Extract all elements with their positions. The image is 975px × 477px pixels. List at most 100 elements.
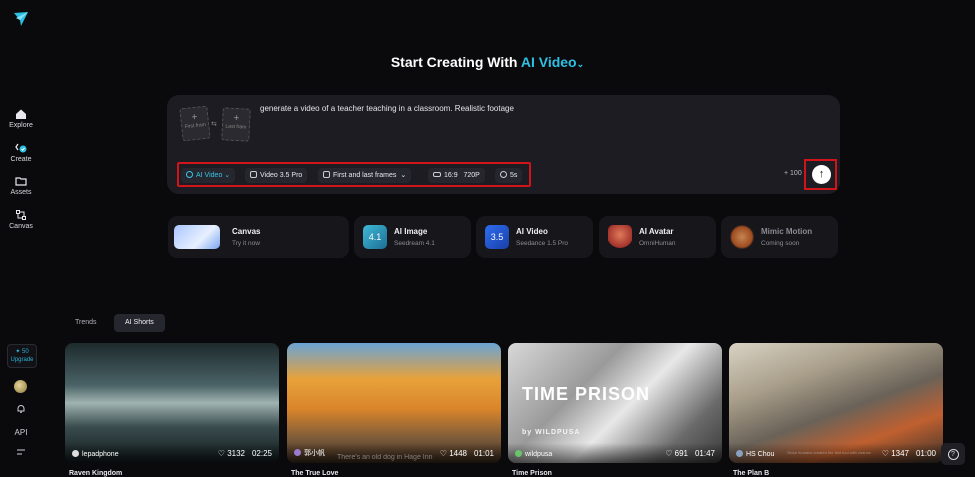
video-author[interactable]: lepadphone <box>72 450 119 458</box>
chevron-down-icon: ⌄ <box>576 59 585 69</box>
feature-card-ai-avatar[interactable]: AI Avatar OmniHuman <box>599 216 716 258</box>
frames-icon <box>323 171 330 178</box>
feature-subtitle: Coming soon <box>761 240 800 247</box>
feature-subtitle: Seedance 1.5 Pro <box>516 240 569 247</box>
logo-icon[interactable] <box>12 10 30 28</box>
sidebar-item-label: Assets <box>10 189 32 196</box>
video-overlay-byline: by WILDPUSA <box>522 429 581 436</box>
video-likes[interactable]: ♡ 1347 <box>882 449 909 458</box>
video-card[interactable]: There's an old dog in Hage Inn 郭小帆 ♡ 144… <box>287 343 501 463</box>
video-likes[interactable]: ♡ 3132 <box>218 449 245 458</box>
feature-subtitle: OmniHuman <box>639 240 676 247</box>
video-author[interactable]: HS Chou <box>736 450 774 458</box>
feature-title: AI Image <box>394 227 428 236</box>
heart-icon: ♡ <box>217 449 225 458</box>
video-title[interactable]: The True Love <box>291 470 338 477</box>
likes-count: 1347 <box>891 449 909 458</box>
api-link[interactable]: API <box>0 428 42 437</box>
feature-card-canvas[interactable]: Canvas Try it now <box>168 216 349 258</box>
sidebar-item-canvas[interactable]: Canvas <box>0 209 42 230</box>
sidebar-item-label: Explore <box>9 122 33 129</box>
ratio-label: 16:9 <box>444 172 458 179</box>
first-frame-label: First fram <box>184 121 207 131</box>
likes-count: 1448 <box>449 449 467 458</box>
mode-label: AI Video <box>196 172 223 179</box>
ratio-resolution-dropdown[interactable]: 16:9 720P <box>428 168 485 183</box>
duration-dropdown[interactable]: 5s <box>495 168 523 183</box>
video-title[interactable]: Raven Kingdom <box>69 470 122 477</box>
swap-icon[interactable]: ⇆ <box>211 120 217 128</box>
help-button[interactable]: ? <box>941 443 965 465</box>
chevron-down-icon: ⌄ <box>400 172 407 179</box>
tab-trends[interactable]: Trends <box>64 314 108 332</box>
create-icon <box>15 143 27 153</box>
feature-title: Mimic Motion <box>761 227 813 236</box>
send-button[interactable]: ↑ <box>812 165 831 184</box>
model-dropdown[interactable]: Video 3.5 Pro <box>245 168 308 183</box>
bell-icon <box>17 405 25 413</box>
resolution-label: 720P <box>463 172 480 179</box>
help-icon: ? <box>947 449 959 460</box>
last-frame-label: Last fram <box>225 123 247 131</box>
video-likes[interactable]: ♡ 1448 <box>440 449 467 458</box>
video-title[interactable]: Time Prison <box>512 470 552 477</box>
duration-label: 5s <box>510 172 518 179</box>
avatar <box>72 450 79 457</box>
menu-button[interactable] <box>0 448 42 458</box>
video-likes[interactable]: ♡ 691 <box>665 449 688 458</box>
video-card[interactable]: TIME PRISON by WILDPUSA wildpusa ♡ 691 0… <box>508 343 722 463</box>
notification-button[interactable] <box>0 404 42 416</box>
title-prefix: Start Creating With <box>390 54 518 70</box>
feature-subtitle: Seedream 4.1 <box>394 240 435 247</box>
author-name: 郭小帆 <box>304 450 325 457</box>
sidebar: Explore Create Assets Canvas ✦ 50 Upgrad… <box>0 0 42 477</box>
sidebar-item-create[interactable]: Create <box>0 142 42 163</box>
feature-card-ai-video[interactable]: 3.5 AI Video Seedance 1.5 Pro <box>476 216 593 258</box>
app-root: Explore Create Assets Canvas ✦ 50 Upgrad… <box>0 0 975 477</box>
feature-title: Canvas <box>232 227 261 236</box>
title-accent: AI Video <box>520 54 577 70</box>
first-frame-upload[interactable]: + First fram <box>179 105 211 142</box>
feature-title: AI Avatar <box>639 227 674 236</box>
author-name: wildpusa <box>525 451 553 458</box>
last-frame-upload[interactable]: + Last fram <box>221 107 251 142</box>
folder-icon <box>15 177 27 186</box>
frames-dropdown[interactable]: First and last frames ⌄ <box>318 168 412 183</box>
canvas-thumbnail <box>174 225 220 249</box>
feature-title: AI Video <box>516 227 548 236</box>
model-icon <box>250 171 257 178</box>
feature-card-ai-image[interactable]: 4.1 AI Image Seedream 4.1 <box>354 216 471 258</box>
video-title[interactable]: The Plan B <box>733 470 769 477</box>
sidebar-item-assets[interactable]: Assets <box>0 175 42 196</box>
video-duration: 02:25 <box>251 449 272 458</box>
chevron-down-icon: ⌄ <box>224 172 231 179</box>
sidebar-item-explore[interactable]: Explore <box>0 108 42 129</box>
video-card[interactable]: Since humans created the first tool with… <box>729 343 943 463</box>
page-title: Start Creating With AI Video⌄ <box>0 54 975 70</box>
author-name: HS Chou <box>746 451 775 458</box>
send-button-highlight: ↑ <box>804 159 837 190</box>
arrow-up-icon: ↑ <box>818 168 825 180</box>
heart-icon: ♡ <box>881 449 889 458</box>
upgrade-button[interactable]: ✦ 50 Upgrade <box>7 344 37 368</box>
menu-icon <box>17 449 25 455</box>
video-duration: 01:47 <box>694 449 715 458</box>
avatar <box>736 450 743 457</box>
clock-icon <box>500 171 507 178</box>
video-author[interactable]: 郭小帆 <box>294 448 325 458</box>
model-label: Video 3.5 Pro <box>260 172 303 179</box>
video-card[interactable]: lepadphone ♡ 3132 02:25 <box>65 343 279 463</box>
mode-dropdown[interactable]: AI Video ⌄ <box>181 168 236 183</box>
video-overlay-title: TIME PRISON <box>522 384 651 404</box>
video-duration: 01:01 <box>473 449 494 458</box>
ai-image-thumbnail: 4.1 <box>363 225 387 249</box>
video-caption: Since humans created the first tool with… <box>787 450 871 455</box>
avatar[interactable] <box>14 380 27 393</box>
prompt-input[interactable]: generate a video of a teacher teaching i… <box>260 104 514 113</box>
heart-icon: ♡ <box>665 449 673 458</box>
tab-ai-shorts[interactable]: AI Shorts <box>114 314 165 332</box>
video-author[interactable]: wildpusa <box>515 450 552 458</box>
credits-badge: ✦ 50 <box>15 349 29 355</box>
sidebar-item-label: Create <box>10 156 32 163</box>
mode-selector[interactable]: AI Video⌄ <box>521 54 584 70</box>
